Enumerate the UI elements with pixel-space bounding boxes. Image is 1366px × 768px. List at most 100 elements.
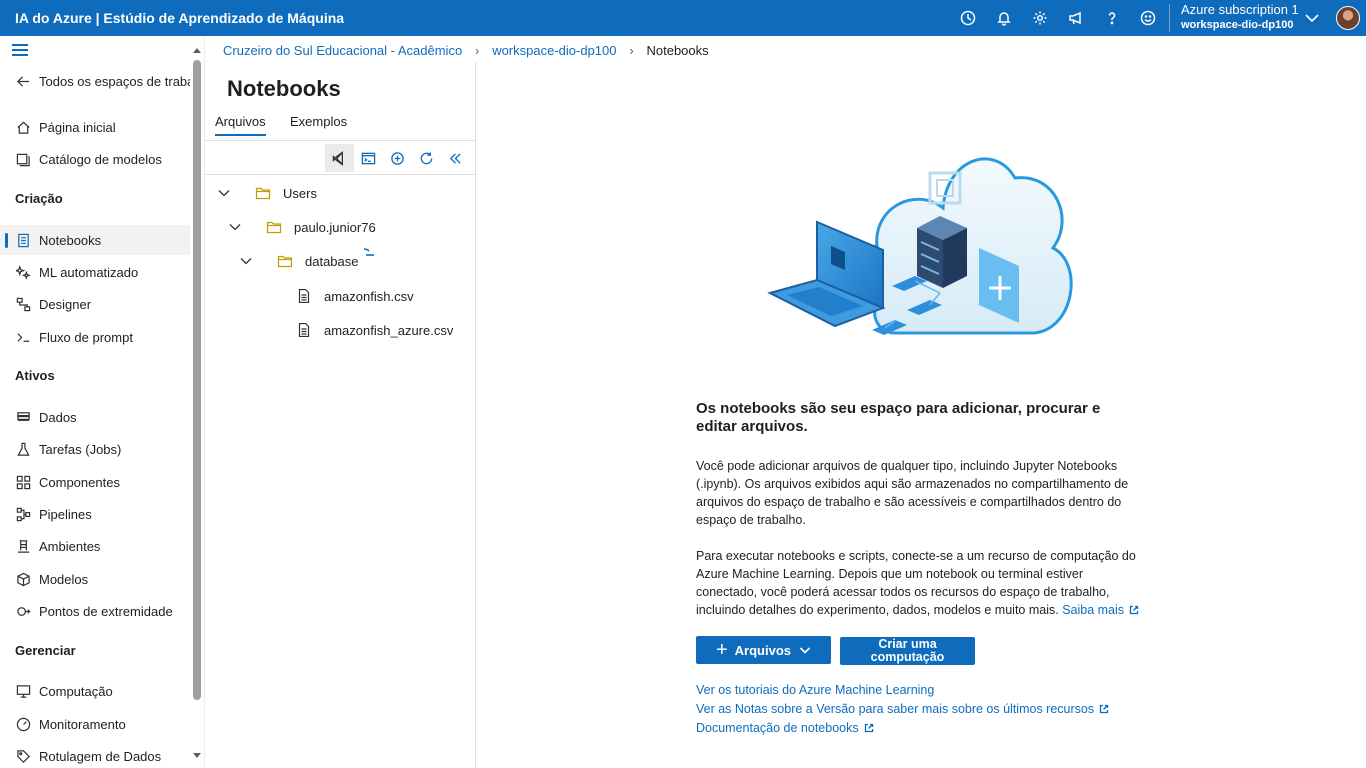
scroll-down-icon[interactable]: [192, 752, 202, 760]
nav-labeling[interactable]: Rotulagem de Dados: [0, 741, 190, 768]
breadcrumb: Cruzeiro do Sul Educacional - Acadêmico …: [223, 43, 709, 58]
scroll-up-icon[interactable]: [192, 46, 202, 54]
gauge-icon: [15, 716, 31, 732]
nav-models[interactable]: Modelos: [0, 564, 190, 594]
app-title[interactable]: IA do Azure | Estúdio de Aprendizado de …: [15, 10, 344, 26]
nav-section-create: Criação: [15, 191, 63, 206]
help-icon[interactable]: [1094, 0, 1130, 36]
chevron-down-icon: [799, 644, 811, 656]
breadcrumb-workspace[interactable]: workspace-dio-dp100: [492, 43, 616, 58]
release-notes-label: Ver as Notas sobre a Versão para saber m…: [696, 702, 1095, 716]
file-icon: [296, 322, 312, 338]
plus-icon: +: [715, 639, 728, 661]
empty-state-title: Os notebooks são seu espaço para adicion…: [696, 400, 1101, 435]
tab-samples[interactable]: Exemplos: [290, 114, 347, 129]
nav-monitoring-label: Monitoramento: [39, 716, 126, 732]
nav-components-label: Componentes: [39, 474, 120, 490]
nav-section-manage: Gerenciar: [15, 643, 76, 658]
tree-file-amazonfish-azure[interactable]: amazonfish_azure.csv: [296, 318, 453, 342]
account-switcher[interactable]: Azure subscription 1 workspace-dio-dp100: [1181, 2, 1299, 33]
top-icons: [950, 0, 1166, 36]
tree-folder-database[interactable]: database: [239, 249, 359, 273]
nav-home-label: Página inicial: [39, 119, 116, 135]
data-icon: [15, 409, 31, 425]
breadcrumb-current: Notebooks: [646, 43, 709, 58]
nav-data[interactable]: Dados: [0, 402, 190, 432]
external-link-icon: [1129, 602, 1139, 615]
nav-home[interactable]: Página inicial: [0, 112, 190, 142]
breadcrumb-org[interactable]: Cruzeiro do Sul Educacional - Acadêmico: [223, 43, 462, 58]
bell-icon[interactable]: [986, 0, 1022, 36]
nav-notebooks[interactable]: Notebooks: [0, 225, 190, 255]
chevron-down-icon: [217, 186, 231, 200]
file-toolbar: [325, 144, 470, 172]
endpoint-icon: [15, 603, 31, 619]
learn-more-link[interactable]: Saiba mais: [1062, 603, 1139, 617]
double-chevron-left-icon: [449, 152, 461, 164]
refresh-button[interactable]: [412, 144, 441, 172]
nav-labeling-label: Rotulagem de Dados: [39, 748, 162, 764]
nav-designer[interactable]: Designer: [0, 289, 190, 319]
release-notes-link[interactable]: Ver as Notas sobre a Versão para saber m…: [696, 702, 1109, 716]
automl-icon: [15, 264, 31, 280]
clock-icon[interactable]: [950, 0, 986, 36]
nav-components[interactable]: Componentes: [0, 467, 190, 497]
environment-icon: [15, 538, 31, 554]
nav-promptflow[interactable]: Fluxo de prompt: [0, 322, 190, 352]
file-explorer-panel: Notebooks Arquivos Exemplos Users paulo.…: [205, 62, 476, 768]
tree-folder-user[interactable]: paulo.junior76: [228, 215, 376, 239]
terminal-button[interactable]: [354, 144, 383, 172]
docs-label: Documentação de notebooks: [696, 721, 859, 735]
nav-section-assets: Ativos: [15, 368, 55, 383]
cube-icon: [15, 571, 31, 587]
chevron-right-icon: ›: [629, 43, 634, 58]
chevron-right-icon: ›: [475, 43, 480, 58]
nav-automl[interactable]: ML automatizado: [0, 257, 190, 287]
home-icon: [15, 119, 31, 135]
nav-compute-label: Computação: [39, 683, 113, 699]
tree-item-label: amazonfish_azure.csv: [324, 322, 454, 338]
hamburger-icon[interactable]: [12, 44, 28, 58]
tutorials-link[interactable]: Ver os tutoriais do Azure Machine Learni…: [696, 683, 934, 697]
chevron-down-icon[interactable]: [1304, 10, 1320, 26]
tree-item-label: paulo.junior76: [294, 219, 376, 235]
files-menu-button[interactable]: + Arquivos: [696, 636, 831, 664]
nav-pipelines[interactable]: Pipelines: [0, 499, 190, 529]
tab-files[interactable]: Arquivos: [215, 114, 266, 136]
docs-link[interactable]: Documentação de notebooks: [696, 721, 874, 735]
nav-endpoints-label: Pontos de extremidade: [39, 603, 173, 619]
nav-environments-label: Ambientes: [39, 538, 101, 554]
avatar[interactable]: [1336, 6, 1360, 30]
add-file-button[interactable]: [383, 144, 412, 172]
folder-icon: [255, 186, 271, 200]
notebook-icon: [15, 232, 31, 248]
divider: [1169, 4, 1170, 32]
vscode-button[interactable]: [325, 144, 354, 172]
workspace-name: workspace-dio-dp100: [1181, 19, 1294, 31]
panel-title: Notebooks: [227, 76, 341, 101]
nav-environments[interactable]: Ambientes: [0, 531, 190, 561]
collapse-panel-button[interactable]: [441, 144, 470, 172]
folder-icon: [266, 220, 282, 234]
prompt-icon: [15, 329, 31, 345]
nav-model-catalog[interactable]: Catálogo de modelos: [0, 144, 190, 174]
nav-compute[interactable]: Computação: [0, 676, 190, 706]
nav-pipelines-label: Pipelines: [39, 506, 92, 522]
designer-icon: [15, 296, 31, 312]
tree-item-label: amazonfish.csv: [324, 288, 414, 304]
megaphone-icon[interactable]: [1058, 0, 1094, 36]
nav-jobs[interactable]: Tarefas (Jobs): [0, 434, 190, 464]
tree-file-amazonfish[interactable]: amazonfish.csv: [296, 284, 414, 308]
nav-back[interactable]: Todos os espaços de trabal: [0, 66, 197, 96]
nav-models-label: Modelos: [39, 571, 89, 587]
tree-folder-users[interactable]: Users: [217, 181, 317, 205]
nav-scroll-thumb[interactable]: [193, 60, 201, 700]
tree-item-label: database: [305, 253, 359, 269]
nav-endpoints[interactable]: Pontos de extremidade: [0, 596, 190, 626]
smiley-icon[interactable]: [1130, 0, 1166, 36]
create-compute-button[interactable]: Criar uma computação: [840, 637, 975, 665]
nav-monitoring[interactable]: Monitoramento: [0, 709, 190, 739]
nav-jobs-label: Tarefas (Jobs): [39, 441, 122, 457]
arrow-left-icon: [15, 73, 31, 89]
gear-icon[interactable]: [1022, 0, 1058, 36]
